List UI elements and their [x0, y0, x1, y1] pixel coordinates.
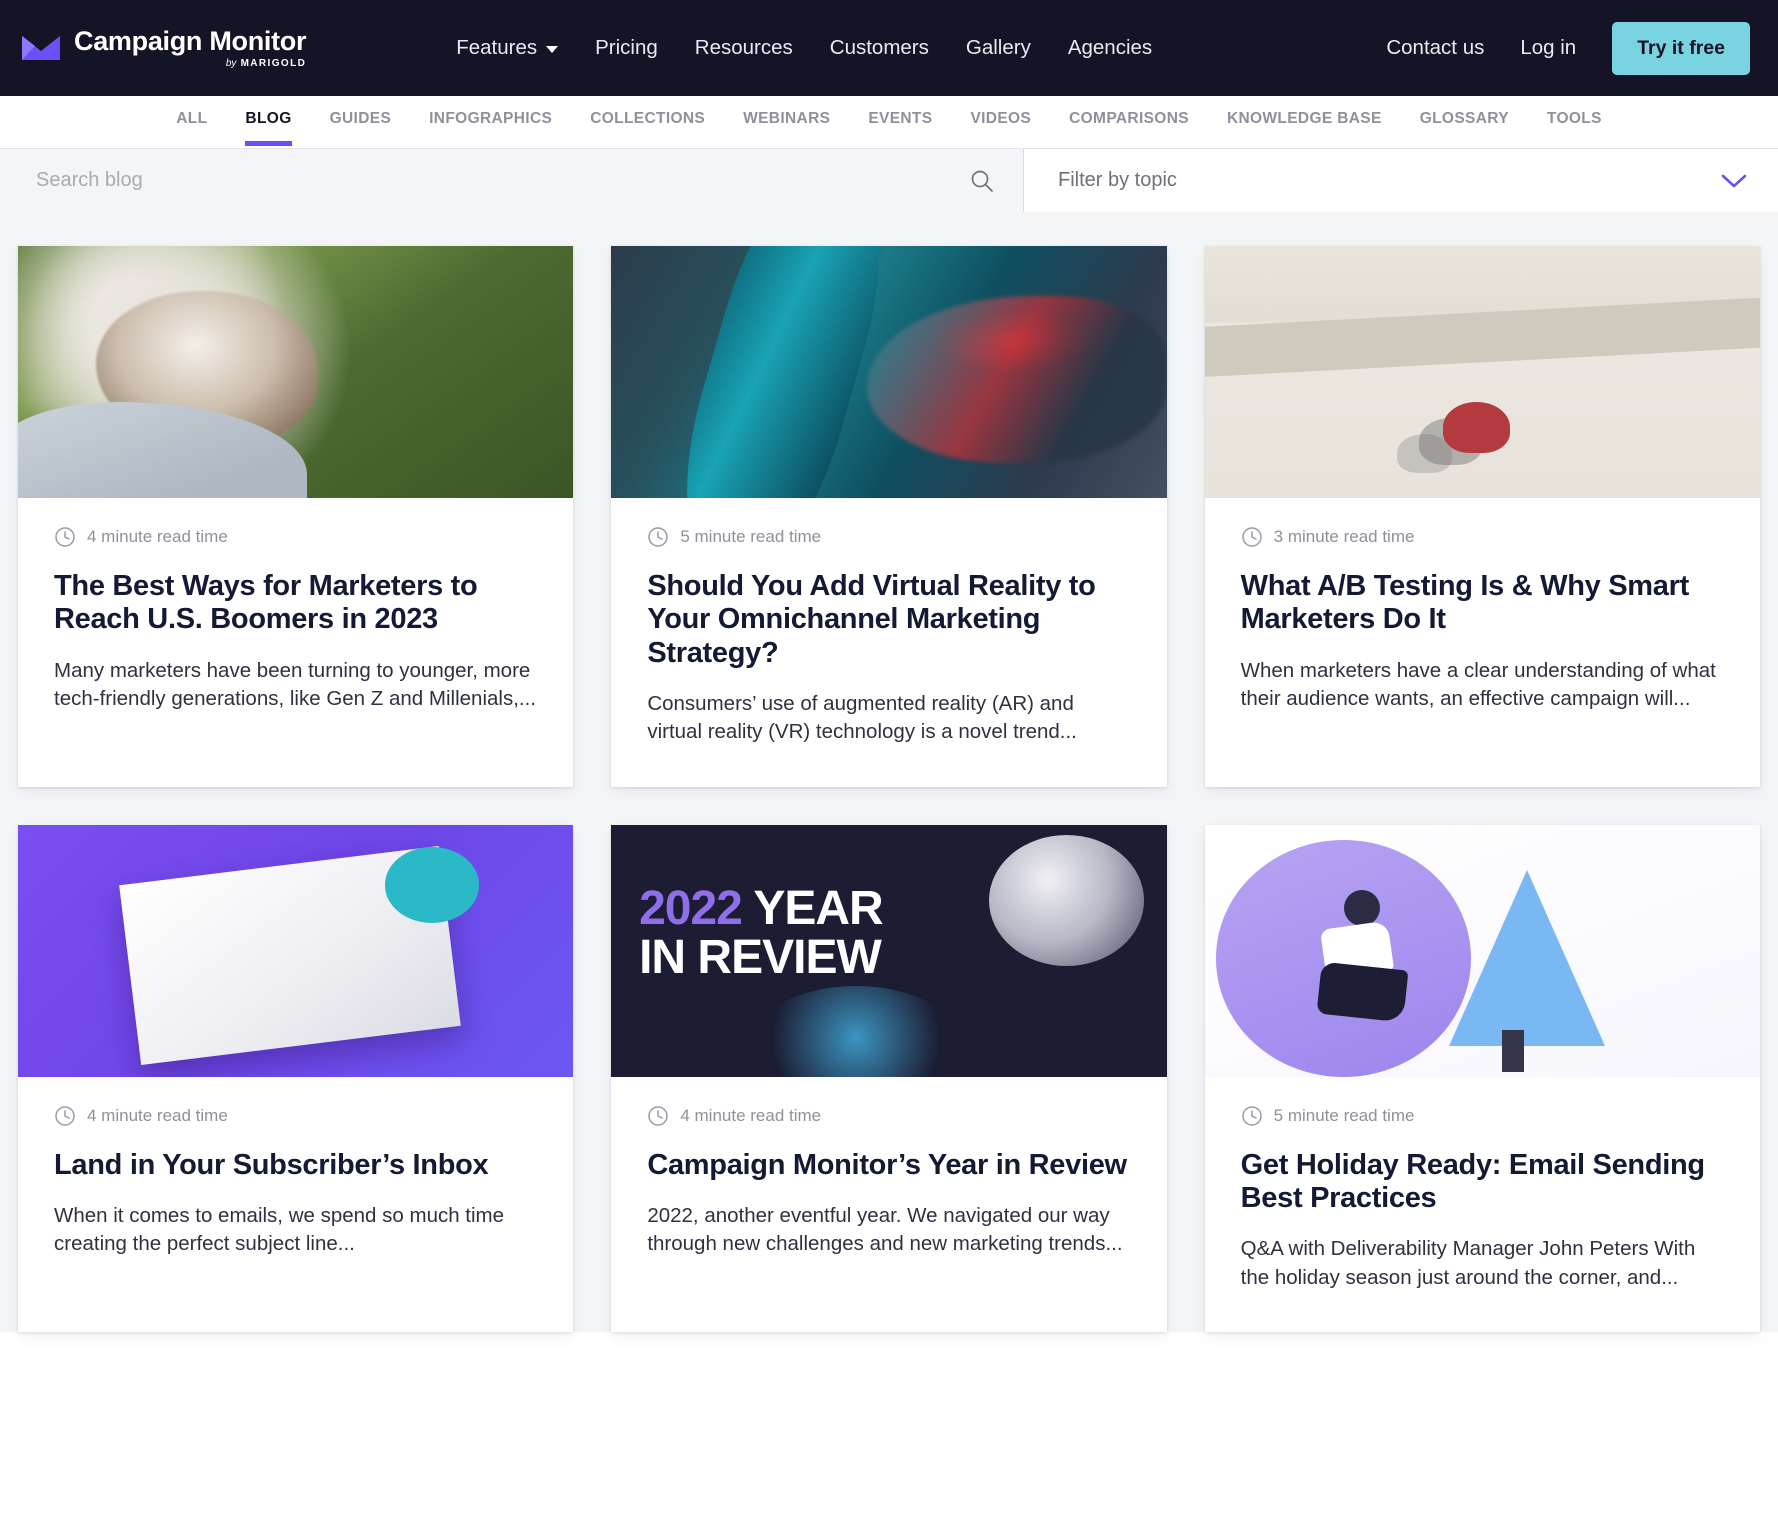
article-card-body: 5 minute read time Get Holiday Ready: Em…: [1205, 1077, 1760, 1332]
article-title[interactable]: Should You Add Virtual Reality to Your O…: [647, 570, 1130, 670]
menu-item-label: Customers: [829, 36, 929, 59]
tab-events[interactable]: EVENTS: [849, 110, 951, 146]
read-time: 4 minute read time: [647, 1105, 1130, 1127]
article-card[interactable]: 4 minute read time Land in Your Subscrib…: [18, 824, 574, 1332]
clock-icon: [647, 1105, 669, 1127]
article-card-body: 5 minute read time Should You Add Virtua…: [611, 498, 1166, 787]
tab-tools[interactable]: TOOLS: [1528, 110, 1621, 146]
thumbnail-overlay-text: 2022 YEAR IN REVIEW: [639, 882, 884, 985]
tab-knowledge-base[interactable]: KNOWLEDGE BASE: [1208, 110, 1401, 146]
read-time-label: 4 minute read time: [680, 1105, 822, 1125]
menu-item-agencies[interactable]: Agencies: [1068, 36, 1152, 60]
tab-all[interactable]: ALL: [157, 110, 226, 146]
read-time-label: 5 minute read time: [1273, 1105, 1415, 1125]
chevron-down-icon: [546, 46, 559, 53]
clock-icon: [54, 526, 76, 548]
search-and-filter-bar: Filter by topic: [0, 148, 1778, 212]
article-card[interactable]: 5 minute read time Should You Add Virtua…: [611, 246, 1167, 787]
article-grid: 4 minute read time The Best Ways for Mar…: [18, 246, 1760, 1332]
article-card[interactable]: 5 minute read time Get Holiday Ready: Em…: [1204, 824, 1760, 1332]
article-thumbnail: [611, 246, 1167, 498]
person-illustration: [1316, 890, 1410, 1026]
article-excerpt: When marketers have a clear understandin…: [1240, 658, 1716, 710]
menu-item-pricing[interactable]: Pricing: [595, 36, 658, 60]
read-time: 5 minute read time: [647, 526, 1130, 548]
menu-item-label: Gallery: [965, 36, 1031, 59]
brand-logo-link[interactable]: Campaign Monitor by MARIGOLD: [22, 25, 307, 69]
clock-icon: [1241, 526, 1263, 548]
article-title[interactable]: What A/B Testing Is & Why Smart Marketer…: [1241, 570, 1724, 637]
log-in-link[interactable]: Log in: [1520, 36, 1576, 60]
article-thumbnail: [1204, 824, 1760, 1077]
article-title[interactable]: Get Holiday Ready: Email Sending Best Pr…: [1241, 1149, 1724, 1216]
topic-filter-dropdown[interactable]: Filter by topic: [1024, 149, 1778, 212]
article-excerpt: 2022, another eventful year. We navigate…: [647, 1203, 1123, 1256]
read-time-label: 4 minute read time: [87, 527, 228, 546]
read-time: 4 minute read time: [54, 1105, 537, 1127]
read-time: 3 minute read time: [1241, 526, 1724, 548]
chevron-down-icon[interactable]: [1720, 172, 1748, 190]
article-thumbnail: [18, 824, 574, 1077]
article-card[interactable]: 3 minute read time What A/B Testing Is &…: [1204, 246, 1760, 787]
read-time-label: 5 minute read time: [680, 527, 822, 546]
tab-videos[interactable]: VIDEOS: [951, 110, 1050, 146]
article-title[interactable]: Campaign Monitor’s Year in Review: [647, 1149, 1130, 1182]
article-grid-container: 4 minute read time The Best Ways for Mar…: [0, 212, 1778, 1332]
menu-item-label: Agencies: [1067, 36, 1153, 59]
overlay-line2: IN REVIEW: [639, 931, 882, 985]
topic-filter-label: Filter by topic: [1058, 169, 1177, 191]
article-thumbnail: 2022 YEAR IN REVIEW: [611, 824, 1167, 1077]
content-type-tabs: ALL BLOG GUIDES INFOGRAPHICS COLLECTIONS…: [0, 96, 1778, 148]
overlay-line1-rest: YEAR: [741, 882, 883, 936]
menu-item-gallery[interactable]: Gallery: [966, 36, 1031, 60]
clock-icon: [1241, 1105, 1263, 1127]
tab-comparisons[interactable]: COMPARISONS: [1050, 110, 1208, 146]
tab-collections[interactable]: COLLECTIONS: [571, 110, 724, 146]
tab-glossary[interactable]: GLOSSARY: [1401, 110, 1528, 146]
article-title[interactable]: Land in Your Subscriber’s Inbox: [54, 1149, 537, 1182]
campaign-monitor-logo-icon: [22, 34, 60, 62]
article-title[interactable]: The Best Ways for Marketers to Reach U.S…: [54, 570, 537, 637]
article-card-body: 3 minute read time What A/B Testing Is &…: [1205, 498, 1760, 753]
article-thumbnail: [18, 246, 574, 498]
read-time-label: 3 minute read time: [1273, 527, 1415, 546]
tab-infographics[interactable]: INFOGRAPHICS: [410, 110, 571, 146]
tab-webinars[interactable]: WEBINARS: [724, 110, 849, 146]
tree-trunk-shape: [1501, 1029, 1524, 1072]
search-field-wrapper[interactable]: [0, 149, 1024, 212]
read-time: 5 minute read time: [1241, 1105, 1724, 1127]
article-card-body: 4 minute read time Land in Your Subscrib…: [18, 1077, 573, 1299]
article-thumbnail: [1204, 246, 1760, 498]
article-excerpt: When it comes to emails, we spend so muc…: [54, 1203, 505, 1256]
menu-item-customers[interactable]: Customers: [830, 36, 929, 60]
article-excerpt: Consumers’ use of augmented reality (AR)…: [647, 692, 1077, 744]
brand-parent-company: by MARIGOLD: [225, 57, 307, 69]
contact-us-link[interactable]: Contact us: [1386, 36, 1484, 60]
clock-icon: [54, 1105, 76, 1127]
article-card[interactable]: 4 minute read time The Best Ways for Mar…: [18, 246, 574, 787]
article-card[interactable]: 2022 YEAR IN REVIEW 4 minute read time C…: [611, 824, 1167, 1332]
search-icon[interactable]: [969, 168, 995, 194]
overlay-year: 2022: [639, 882, 743, 936]
menu-item-resources[interactable]: Resources: [695, 36, 793, 60]
read-time-label: 4 minute read time: [87, 1105, 228, 1125]
menu-item-label: Pricing: [595, 36, 658, 59]
top-navigation-bar: Campaign Monitor by MARIGOLD Features Pr…: [0, 0, 1778, 96]
clock-icon: [647, 526, 669, 548]
article-card-body: 4 minute read time The Best Ways for Mar…: [18, 498, 573, 753]
menu-item-label: Features: [456, 36, 538, 59]
article-excerpt: Many marketers have been turning to youn…: [54, 658, 536, 710]
menu-item-features[interactable]: Features: [456, 36, 559, 60]
tab-guides[interactable]: GUIDES: [311, 110, 411, 146]
utility-menu: Contact us Log in Try it free: [1386, 21, 1750, 75]
primary-menu: Features Pricing Resources Customers Gal…: [456, 36, 1152, 60]
tab-blog[interactable]: BLOG: [226, 110, 310, 146]
article-card-body: 4 minute read time Campaign Monitor’s Ye…: [611, 1077, 1166, 1299]
article-excerpt: Q&A with Deliverability Manager John Pet…: [1240, 1237, 1696, 1289]
try-it-free-button[interactable]: Try it free: [1612, 21, 1750, 75]
menu-item-label: Resources: [694, 36, 793, 59]
search-input[interactable]: [36, 169, 969, 192]
brand-name: Campaign Monitor: [74, 25, 307, 56]
read-time: 4 minute read time: [54, 526, 537, 548]
